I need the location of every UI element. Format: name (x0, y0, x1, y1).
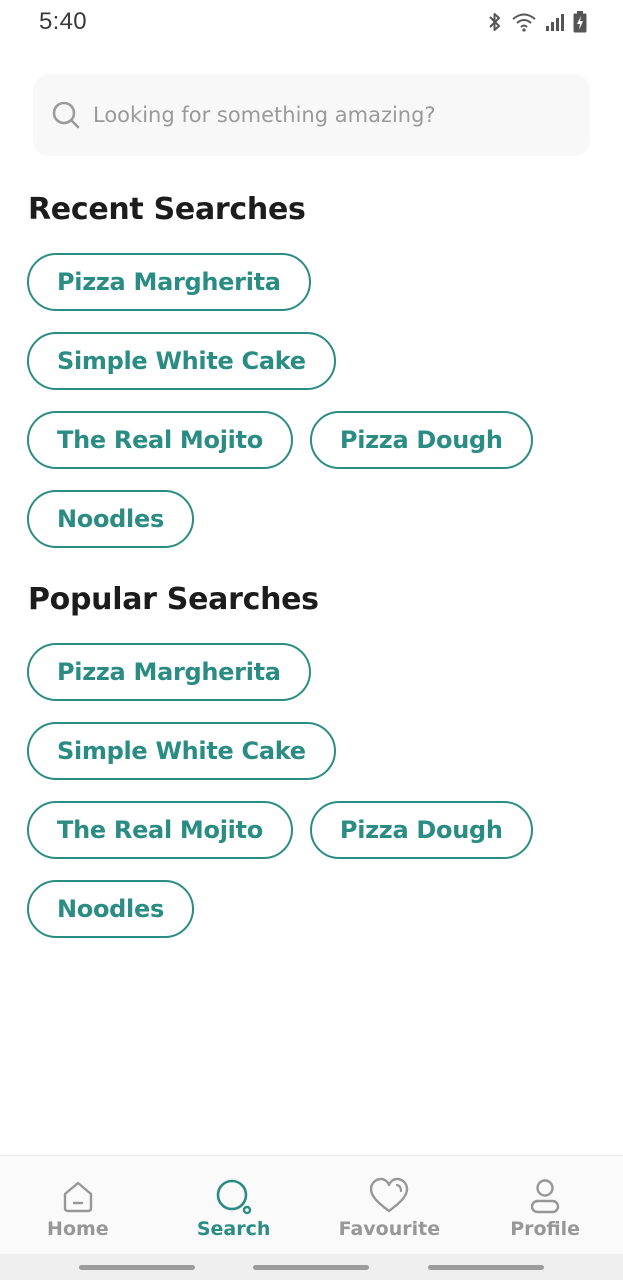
system-recents-button[interactable] (79, 1265, 195, 1270)
status-bar: 5:40 (0, 0, 623, 44)
status-icons (487, 10, 587, 34)
nav-label-search: Search (196, 1218, 271, 1240)
wifi-icon (511, 12, 537, 32)
status-time: 5:40 (39, 8, 87, 35)
signal-icon (545, 12, 565, 32)
popular-searches-title: Popular Searches (28, 582, 319, 617)
recent-chip[interactable]: Noodles (27, 490, 194, 548)
bluetooth-icon (487, 11, 503, 33)
popular-chip[interactable]: Pizza Margherita (27, 643, 311, 701)
nav-item-favourite[interactable]: Favourite (312, 1156, 468, 1254)
recent-searches-chips: Pizza Margherita Simple White Cake The R… (27, 253, 597, 569)
nav-item-home[interactable]: Home (0, 1156, 156, 1254)
profile-icon (530, 1179, 560, 1214)
recent-chip[interactable]: Pizza Dough (309, 411, 533, 469)
battery-charging-icon (573, 11, 587, 33)
popular-chip[interactable]: Simple White Cake (27, 722, 336, 780)
search-icon (52, 101, 80, 129)
popular-searches-chips: Pizza Margherita Simple White Cake The R… (27, 643, 597, 959)
heart-icon (370, 1177, 409, 1213)
bottom-nav: Home Search Favourite Profile (0, 1155, 623, 1254)
popular-chip[interactable]: Pizza Dough (309, 801, 533, 859)
search-screen: 5:40 Recent Searches Pizza Margherit (0, 0, 623, 1280)
popular-chip[interactable]: Noodles (27, 880, 194, 938)
recent-chip[interactable]: The Real Mojito (27, 411, 293, 469)
recent-chip[interactable]: Pizza Margherita (27, 253, 311, 311)
home-icon (63, 1181, 93, 1213)
popular-chip[interactable]: The Real Mojito (27, 801, 293, 859)
nav-item-profile[interactable]: Profile (467, 1156, 623, 1254)
nav-item-search[interactable]: Search (156, 1156, 312, 1254)
search-icon (216, 1179, 251, 1215)
nav-label-favourite: Favourite (338, 1218, 441, 1240)
recent-chip[interactable]: Simple White Cake (27, 332, 336, 390)
system-back-button[interactable] (428, 1265, 544, 1270)
nav-label-home: Home (47, 1218, 109, 1240)
system-home-button[interactable] (253, 1265, 369, 1270)
search-input[interactable] (93, 103, 563, 127)
search-bar[interactable] (33, 74, 590, 156)
system-nav-bar (0, 1254, 623, 1280)
recent-searches-title: Recent Searches (28, 192, 306, 227)
nav-label-profile: Profile (510, 1218, 581, 1240)
